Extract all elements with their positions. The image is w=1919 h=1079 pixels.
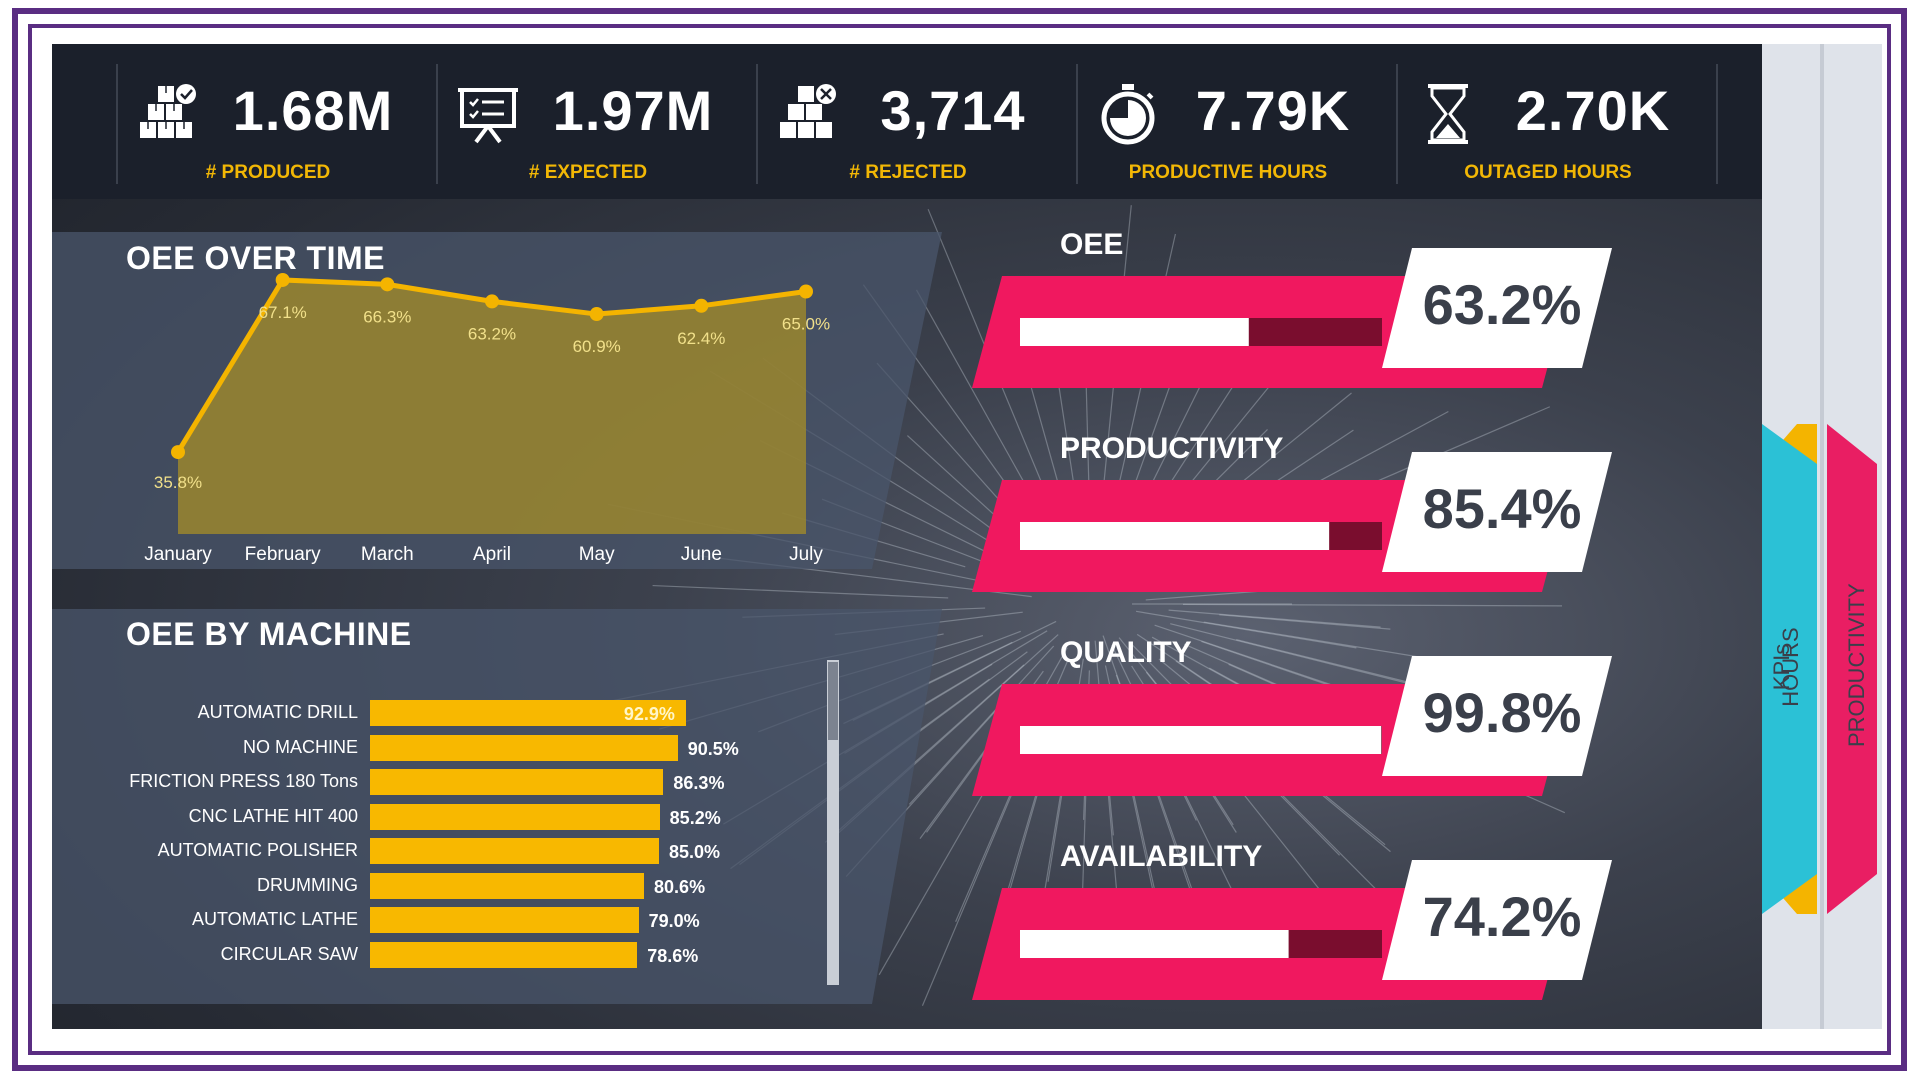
gauge-oee: OEE 63.2%	[972, 228, 1612, 428]
machine-label: CIRCULAR SAW	[220, 943, 358, 964]
x-tick-label: February	[245, 544, 322, 565]
machine-value-label: 80.6%	[654, 876, 706, 897]
machine-value-label: 79.0%	[648, 911, 700, 931]
gauge-value: 85.4%	[1422, 477, 1582, 540]
gauge-fill	[1020, 930, 1289, 958]
machine-bar[interactable]	[370, 941, 638, 968]
x-tick-label: May	[579, 544, 615, 565]
scrollbar-thumb[interactable]	[828, 662, 838, 740]
gauge-title: PRODUCTIVITY	[1060, 432, 1284, 465]
machine-value-label: 90.5%	[687, 738, 739, 759]
x-tick-label: April	[473, 544, 511, 565]
machine-bar[interactable]	[370, 838, 659, 864]
machine-value-label: 85.2%	[669, 807, 721, 828]
x-tick-label: March	[361, 544, 414, 565]
page-tabs: KPIs HOURS PRODUCTIVITY	[1762, 44, 1882, 1029]
gauge-fill	[1020, 726, 1382, 754]
machine-bar[interactable]	[370, 769, 664, 795]
gauge-value: 63.2%	[1422, 273, 1582, 336]
dashboard-canvas: 1.68M # PRODUCED 1.97M # EXPECTED 3,714 …	[52, 44, 1762, 1029]
machine-bar[interactable]	[370, 734, 678, 761]
machine-bar[interactable]	[370, 907, 639, 933]
machine-label: AUTOMATIC LATHE	[191, 909, 358, 929]
oee-data-label: 63.2%	[468, 324, 516, 343]
oee-data-label: 62.4%	[677, 329, 725, 348]
gauge-quality: QUALITY 99.8%	[972, 636, 1612, 836]
machine-label: CNC LATHE HIT 400	[188, 805, 358, 826]
machine-value-label: 78.6%	[647, 945, 699, 966]
machine-bar[interactable]	[370, 803, 660, 830]
oee-point[interactable]	[589, 307, 604, 322]
oee-point[interactable]	[694, 298, 709, 313]
gauge-title: QUALITY	[1060, 636, 1192, 669]
oee-point[interactable]	[380, 277, 395, 292]
x-tick-label: January	[144, 544, 212, 565]
gauge-value: 74.2%	[1422, 885, 1582, 948]
machine-label: AUTOMATIC POLISHER	[157, 840, 358, 860]
oee-data-label: 35.8%	[154, 473, 202, 492]
gauge-title: OEE	[1060, 228, 1124, 261]
machine-label: FRICTION PRESS 180 Tons	[129, 771, 358, 791]
oee-point[interactable]	[171, 445, 185, 460]
machine-value-label: 85.0%	[669, 842, 721, 862]
gauge-productivity: PRODUCTIVITY 85.4%	[972, 432, 1612, 632]
gauge-availability: AVAILABILITY 74.2%	[972, 840, 1612, 1029]
tab-hours[interactable]: HOURS	[1762, 434, 1820, 904]
machine-label: AUTOMATIC DRILL	[197, 702, 358, 722]
x-tick-label: June	[681, 544, 722, 565]
oee-data-label: 65.0%	[782, 315, 830, 334]
machine-bar[interactable]	[370, 872, 645, 899]
oee-data-label: 60.9%	[573, 337, 621, 356]
machine-label: DRUMMING	[257, 874, 358, 895]
oee-point[interactable]	[485, 294, 499, 309]
machine-value-label: 86.3%	[673, 773, 725, 793]
machine-value-label: 92.9%	[623, 704, 675, 724]
tab-productivity[interactable]: PRODUCTIVITY	[1822, 434, 1880, 904]
machine-label: NO MACHINE	[242, 736, 358, 757]
oee-data-label: 67.1%	[259, 303, 307, 322]
oee-data-label: 66.3%	[363, 307, 411, 326]
gauge-fill	[1020, 522, 1330, 550]
oee-by-machine-title: OEE BY MACHINE	[126, 616, 412, 652]
gauge-value: 99.8%	[1422, 681, 1582, 744]
gauge-fill	[1020, 318, 1249, 346]
x-tick-label: July	[789, 544, 823, 565]
oee-point[interactable]	[275, 272, 290, 287]
oee-point[interactable]	[799, 284, 813, 299]
gauge-title: AVAILABILITY	[1060, 840, 1263, 873]
